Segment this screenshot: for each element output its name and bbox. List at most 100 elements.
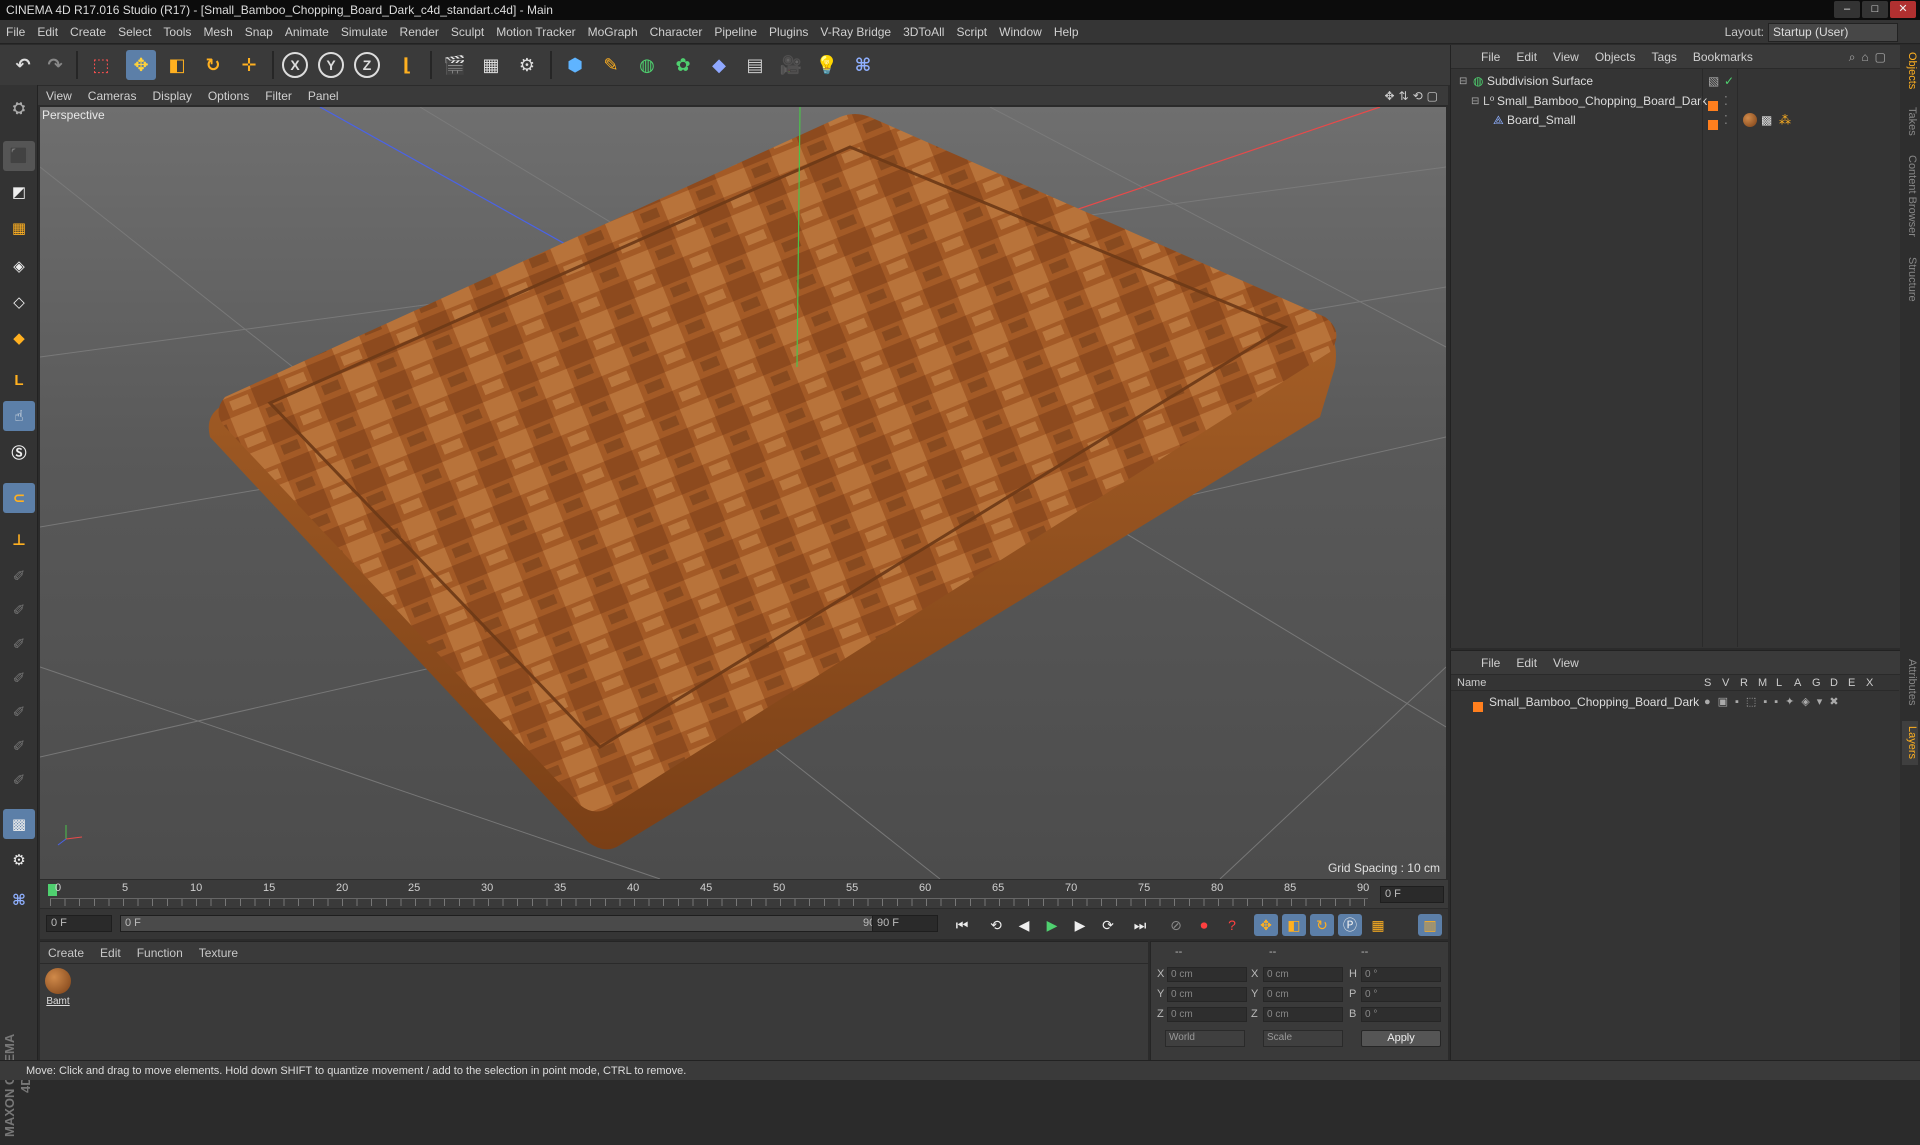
coordinate-system-icon[interactable]: ⌊ [392,50,422,80]
previous-frame-icon[interactable]: ◀ [1012,914,1036,936]
menu-tools[interactable]: Tools [157,20,197,44]
magnet-icon[interactable]: ⊂ [3,483,35,513]
subdivision-surface-icon[interactable]: ◍ [632,50,662,80]
pos-x-field[interactable]: 0 cm [1167,967,1247,982]
layer-color-swatch[interactable] [1708,115,1718,130]
uvw-tag-icon[interactable]: ▩ [1761,111,1772,130]
layer-color-swatch[interactable] [1473,697,1483,712]
size-y-field[interactable]: 0 cm [1263,987,1343,1002]
menu-mesh[interactable]: Mesh [197,20,238,44]
move-tool-icon[interactable]: ✥ [126,50,156,80]
object-visibility-dots[interactable]: ⁚ [1724,111,1728,130]
record-active-icon[interactable]: ⏺ [1192,914,1216,936]
floor-icon[interactable]: ▤ [740,50,770,80]
transform-mode-dropdown[interactable]: Scale [1263,1030,1343,1047]
key-rotation-icon[interactable]: ↻ [1310,914,1334,936]
rotate-tool-icon[interactable]: ↻ [198,50,228,80]
timeline-window-icon[interactable]: ▥ [1418,914,1442,936]
x-axis-lock-button[interactable]: X [282,52,308,78]
tweak-mode-icon[interactable]: ☝ [3,401,35,431]
go-to-start-icon[interactable]: ⏮ [950,914,974,936]
flatten-brush-icon[interactable]: ✐ [3,663,35,693]
live-selection-icon[interactable]: ⬚ [86,50,116,80]
menu-script[interactable]: Script [950,20,993,44]
record-keys-icon[interactable]: ⊘ [1164,914,1188,936]
viewport-menu-panel[interactable]: Panel [300,86,347,106]
cogwheel-icon[interactable]: ⚙ [3,845,35,875]
model-mode-icon[interactable]: ⬛ [3,141,35,171]
apply-button[interactable]: Apply [1361,1030,1441,1047]
rot-b-field[interactable]: 0 ° [1361,1007,1441,1022]
pinch-brush-icon[interactable]: ✐ [3,731,35,761]
tab-layers[interactable]: Layers [1902,721,1918,765]
end-frame-field[interactable]: 90 F [872,915,938,932]
viewport-menu-options[interactable]: Options [200,86,257,106]
scale-tool-icon[interactable]: ◧ [162,50,192,80]
menu-create[interactable]: Create [64,20,112,44]
previous-key-icon[interactable]: ⟲ [984,914,1008,936]
edges-mode-icon[interactable]: ◇ [3,287,35,317]
material-item[interactable]: Bamt [44,968,72,1007]
layer-color-swatch[interactable] [1708,96,1718,111]
layout-dropdown[interactable]: Startup (User) [1768,23,1898,42]
layer-row[interactable]: Small_Bamboo_Chopping_Board_Dark ●▣▪⬚▪▪✦… [1451,693,1899,712]
camera-icon[interactable]: 🎥 [776,50,806,80]
object-menu-bookmarks[interactable]: Bookmarks [1685,45,1761,69]
object-search-icon[interactable]: ⌕⌂▢ [1849,45,1892,69]
menu-vray-bridge[interactable]: V-Ray Bridge [814,20,897,44]
polygons-mode-icon[interactable]: ◆ [3,323,35,353]
menu-edit[interactable]: Edit [31,20,64,44]
material-menu-function[interactable]: Function [129,942,191,964]
cloner-icon[interactable]: ✿ [668,50,698,80]
menu-render[interactable]: Render [394,20,445,44]
pos-z-field[interactable]: 0 cm [1167,1007,1247,1022]
pos-y-field[interactable]: 0 cm [1167,987,1247,1002]
render-picture-viewer-icon[interactable]: ▦ [476,50,506,80]
key-parameter-icon[interactable]: Ⓟ [1338,914,1362,936]
sculpt-brush-icon[interactable]: ✐ [3,561,35,591]
start-frame-field[interactable]: 0 F [46,915,112,932]
cube-primitive-icon[interactable]: ⬢ [560,50,590,80]
render-settings-icon[interactable]: ⚙ [512,50,542,80]
rot-h-field[interactable]: 0 ° [1361,967,1441,982]
menu-select[interactable]: Select [112,20,157,44]
smooth-brush-icon[interactable]: ✐ [3,629,35,659]
inflate-brush-icon[interactable]: ✐ [3,697,35,727]
menu-sculpt[interactable]: Sculpt [445,20,490,44]
viewport-nav-icons[interactable]: ✥⇅⟲▢ [1384,86,1442,106]
object-row[interactable]: ⟁ Board_Small ⁚ ▩ ⁂ [1451,111,1899,130]
tab-content-browser[interactable]: Content Browser [1902,149,1918,243]
render-view-icon[interactable]: 🎬 [440,50,470,80]
z-axis-lock-button[interactable]: Z [354,52,380,78]
layer-menu-edit[interactable]: Edit [1508,651,1545,675]
play-forwards-icon[interactable]: ▶ [1040,914,1064,936]
menu-window[interactable]: Window [993,20,1048,44]
tab-objects[interactable]: Objects [1902,49,1918,93]
key-position-icon[interactable]: ✥ [1254,914,1278,936]
maximize-button[interactable]: □ [1862,1,1888,18]
material-tag-icon[interactable] [1743,113,1757,127]
transform-tool-icon[interactable]: ✛ [234,50,264,80]
coordinate-system-dropdown[interactable]: World [1165,1030,1245,1047]
menu-3dtoall[interactable]: 3DToAll [897,20,950,44]
auto-keying-icon[interactable]: ? [1220,914,1244,936]
layer-toggle-icons[interactable]: ●▣▪⬚▪▪✦◈▾✖ [1704,693,1846,712]
spline-pen-icon[interactable]: ✎ [596,50,626,80]
menu-plugins[interactable]: Plugins [763,20,814,44]
frame-range-slider[interactable]: 0 F 90 F [120,915,900,932]
make-editable-icon[interactable]: ⛭ [3,93,35,123]
menu-snap[interactable]: Snap [239,20,279,44]
tab-structure[interactable]: Structure [1902,251,1918,307]
go-to-end-icon[interactable]: ⏭ [1128,914,1152,936]
material-menu-create[interactable]: Create [40,942,92,964]
close-button[interactable]: ✕ [1890,1,1916,18]
object-menu-view[interactable]: View [1545,45,1587,69]
current-frame-field[interactable]: 0 F [1380,886,1444,903]
deformer-icon[interactable]: ◆ [704,50,734,80]
texture-mode-icon[interactable]: ◩ [3,177,35,207]
redo-icon[interactable]: ↷ [40,50,70,80]
locked-workplane-icon[interactable]: ⊥ [3,525,35,555]
menu-file[interactable]: File [0,20,31,44]
perspective-viewport[interactable]: Perspective Grid Spacing : 10 cm [40,107,1446,879]
timeline-ruler[interactable]: 0 5 10 15 20 25 30 35 40 45 50 55 60 65 … [40,880,1448,908]
